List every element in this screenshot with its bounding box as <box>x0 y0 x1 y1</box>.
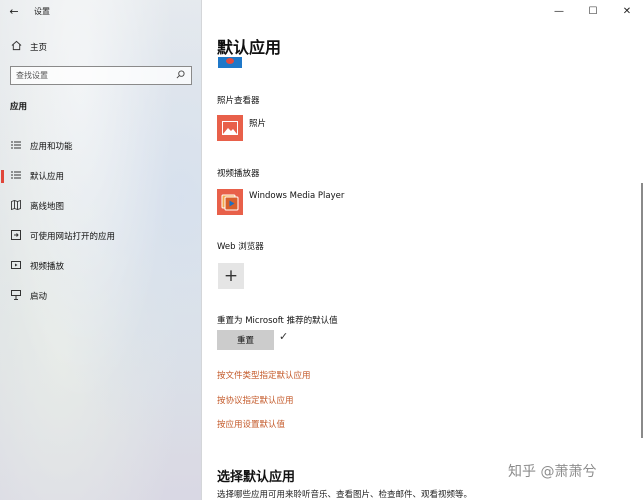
link-by-protocol[interactable]: 按协议指定默认应用 <box>217 394 294 406</box>
sidebar-nav: 应用和功能 默认应用 离线地图 可使用网站打开的应用 视频播放 启动 <box>0 131 202 311</box>
video-player-app[interactable]: Windows Media Player <box>217 189 344 215</box>
sidebar-item-label: 启动 <box>30 292 48 302</box>
link-by-app[interactable]: 按应用设置默认值 <box>217 418 285 430</box>
minimize-button[interactable]: — <box>542 0 576 22</box>
map-icon <box>10 199 22 213</box>
link-by-file-type[interactable]: 按文件类型指定默认应用 <box>217 369 311 381</box>
sidebar-item-offline-maps[interactable]: 离线地图 <box>0 191 202 221</box>
reset-button[interactable]: 重置 <box>217 330 274 350</box>
photo-viewer-app[interactable]: 照片 <box>217 115 266 141</box>
choose-default-apps-description: 选择哪些应用可用来聆听音乐、查看图片、检查邮件、观看视频等。 <box>217 490 473 500</box>
maximize-button[interactable]: ☐ <box>576 0 610 22</box>
home-label: 主页 <box>30 43 48 53</box>
search-icon[interactable] <box>176 70 185 81</box>
choose-browser-button[interactable]: + <box>218 263 244 289</box>
partial-app-tile[interactable] <box>218 57 242 68</box>
sidebar-item-video-playback[interactable]: 视频播放 <box>0 251 202 281</box>
sidebar-item-label: 可使用网站打开的应用 <box>30 232 116 242</box>
sidebar-item-label: 应用和功能 <box>30 142 73 152</box>
section-title: 应用 <box>10 102 28 112</box>
home-icon <box>10 40 22 54</box>
list-icon <box>10 170 22 183</box>
photo-viewer-label: 照片查看器 <box>217 96 260 106</box>
photos-icon <box>217 115 243 141</box>
app-title: 设置 <box>34 6 50 16</box>
sidebar-item-startup[interactable]: 启动 <box>0 281 202 311</box>
title-bar: ← 设置 <box>0 0 202 22</box>
sidebar-item-apps-features[interactable]: 应用和功能 <box>0 131 202 161</box>
sidebar-item-label: 视频播放 <box>30 262 65 272</box>
video-player-label: 视频播放器 <box>217 169 260 179</box>
watermark: 知乎 @萧萧兮 <box>508 464 597 480</box>
choose-default-apps-title: 选择默认应用 <box>217 470 296 485</box>
startup-icon <box>10 289 22 303</box>
video-icon <box>10 260 22 273</box>
back-arrow-icon: ← <box>9 4 19 18</box>
sidebar-item-label: 默认应用 <box>30 172 65 182</box>
search-input[interactable] <box>16 71 166 80</box>
scrollbar[interactable] <box>641 183 643 438</box>
close-button[interactable]: ✕ <box>610 0 644 22</box>
plus-icon: + <box>223 266 239 286</box>
app-name: 照片 <box>249 119 267 129</box>
search-box[interactable] <box>10 66 192 85</box>
reset-label: 重置为 Microsoft 推荐的默认值 <box>217 316 338 326</box>
web-browser-label: Web 浏览器 <box>217 242 264 252</box>
sidebar: ← 设置 主页 应用 应用和功能 默认应用 <box>0 0 202 500</box>
sidebar-item-home[interactable]: 主页 <box>10 40 47 54</box>
sidebar-item-default-apps[interactable]: 默认应用 <box>0 161 202 191</box>
back-button[interactable]: ← <box>0 0 28 22</box>
media-player-icon <box>217 189 243 215</box>
web-icon <box>10 229 22 243</box>
sidebar-item-apps-for-websites[interactable]: 可使用网站打开的应用 <box>0 221 202 251</box>
window-controls: — ☐ ✕ <box>542 0 644 22</box>
list-icon <box>10 140 22 153</box>
app-name: Windows Media Player <box>249 191 345 201</box>
main-content: — ☐ ✕ 默认应用 照片查看器 照片 视频播放器 Windows Media … <box>203 0 644 500</box>
sidebar-item-label: 离线地图 <box>30 202 65 212</box>
page-title: 默认应用 <box>217 38 282 57</box>
check-icon: ✓ <box>279 330 289 343</box>
